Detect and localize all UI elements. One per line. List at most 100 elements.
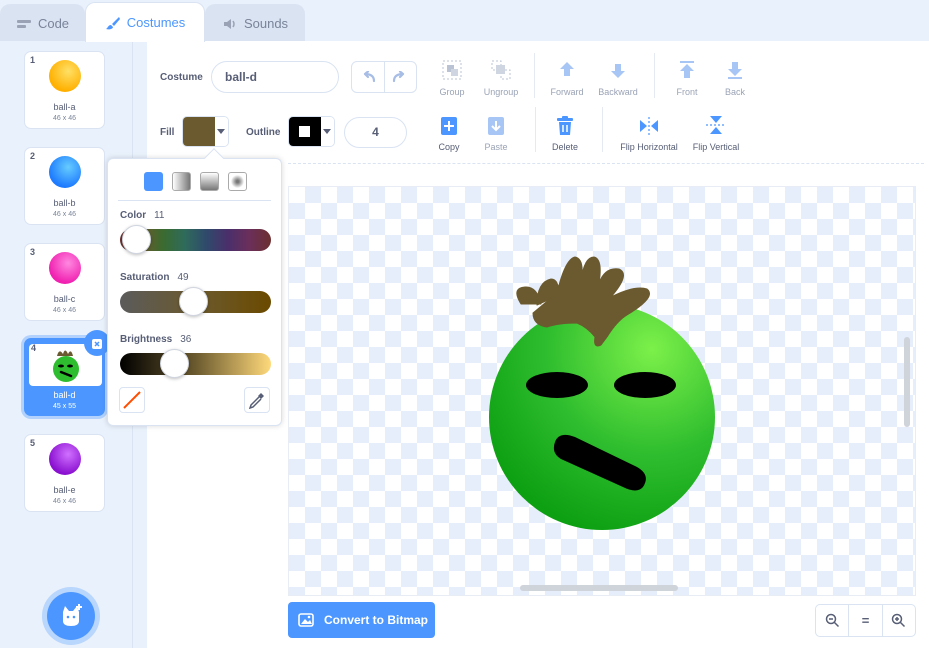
costume-label: Costume (160, 72, 203, 83)
backward-label: Backward (598, 87, 638, 97)
costume-number: 3 (30, 247, 36, 257)
flip-vertical-label: Flip Vertical (692, 142, 740, 152)
back-icon (728, 62, 742, 79)
zoom-in-button[interactable] (883, 605, 915, 636)
redo-button[interactable] (385, 62, 417, 92)
costume-thumbnail (48, 60, 81, 92)
chevron-down-icon (217, 129, 226, 134)
costume-thumbnail (48, 156, 81, 188)
ball-d-drawing (489, 256, 715, 530)
undo-icon (363, 71, 375, 83)
eyedropper-button[interactable] (244, 387, 270, 413)
costume-name: ball-e (53, 485, 76, 495)
divider (602, 107, 603, 152)
tab-code[interactable]: Code (0, 4, 85, 42)
horizontal-gradient-button[interactable] (172, 172, 191, 191)
copy-icon (441, 117, 457, 135)
cat-icon (63, 604, 82, 626)
zoom-out-icon (825, 613, 839, 628)
tab-sounds-label: Sounds (243, 16, 289, 31)
saturation-slider-label: Saturation 49 (120, 272, 189, 283)
fill-color-popover: Color 11 Saturation 49 Brightness 36 (107, 158, 282, 426)
convert-to-bitmap-label: Convert to Bitmap (324, 613, 429, 627)
fill-swatch (183, 117, 215, 146)
costume-name: ball-a (53, 102, 76, 112)
tab-costumes-label: Costumes (126, 15, 186, 30)
costume-size: 45 x 55 (53, 403, 76, 410)
solid-fill-button[interactable] (144, 172, 163, 191)
redo-icon (393, 71, 405, 83)
left-eye (526, 372, 588, 398)
code-icon (16, 19, 31, 28)
editor-tabs: Code Costumes Sounds (0, 0, 929, 42)
delete-label: Delete (551, 142, 578, 152)
zoom-out-button[interactable] (816, 605, 850, 636)
costume-name-input[interactable]: ball-d (211, 61, 339, 93)
costume-size: 46 x 46 (53, 307, 76, 314)
back-button[interactable]: Back (703, 59, 767, 97)
brightness-value: 36 (180, 334, 192, 345)
backward-icon (611, 64, 625, 78)
toolbar-divider (288, 163, 924, 164)
outline-swatch (289, 117, 321, 146)
back-label: Back (724, 87, 745, 97)
eyedropper-icon (248, 393, 264, 409)
flip-vertical-icon (706, 116, 726, 134)
paste-button[interactable]: Paste (464, 114, 528, 152)
forward-icon (560, 62, 574, 76)
paint-canvas[interactable] (288, 186, 916, 596)
undo-redo-group (351, 61, 417, 93)
fill-label: Fill (160, 127, 175, 138)
backward-button[interactable]: Backward (586, 59, 650, 97)
radial-gradient-button[interactable] (228, 172, 247, 191)
image-icon (298, 613, 314, 627)
tab-sounds[interactable]: Sounds (205, 4, 305, 42)
zoom-reset-button[interactable]: = (849, 605, 883, 636)
paste-icon (488, 117, 504, 135)
costume-tile[interactable]: 1 ball-a 46 x 46 (24, 51, 105, 129)
saturation-value: 49 (177, 272, 189, 283)
costume-tile[interactable]: 3 ball-c 46 x 46 (24, 243, 105, 321)
costume-tile[interactable]: 2 ball-b 46 x 46 (24, 147, 105, 225)
costume-name: ball-b (53, 198, 76, 208)
close-icon (92, 339, 102, 349)
costume-number: 4 (31, 343, 37, 353)
costume-size: 46 x 46 (53, 211, 76, 218)
vertical-gradient-button[interactable] (200, 172, 219, 191)
brightness-slider[interactable] (120, 353, 271, 375)
no-fill-icon (123, 391, 141, 409)
speaker-icon (223, 18, 235, 29)
horizontal-scrollbar[interactable] (520, 585, 678, 591)
tab-code-label: Code (37, 16, 70, 31)
color-slider-thumb[interactable] (122, 225, 152, 254)
convert-to-bitmap-button[interactable]: Convert to Bitmap (288, 602, 435, 638)
costume-number: 5 (30, 438, 36, 448)
paste-label: Paste (484, 142, 508, 152)
costume-tile[interactable]: 5 ball-e 46 x 46 (24, 434, 105, 512)
outline-label: Outline (246, 127, 281, 138)
paintbrush-icon (105, 16, 120, 29)
zoom-in-icon (892, 613, 906, 628)
color-slider-label: Color 11 (120, 210, 165, 221)
add-costume-button[interactable] (47, 592, 95, 640)
vertical-scrollbar[interactable] (904, 337, 910, 427)
costume-size: 46 x 46 (53, 115, 76, 122)
undo-button[interactable] (352, 62, 385, 92)
brightness-slider-thumb[interactable] (159, 349, 189, 378)
flip-horizontal-button[interactable]: Flip Horizontal (616, 114, 682, 152)
ungroup-button[interactable]: Ungroup (469, 59, 533, 97)
front-icon (680, 61, 694, 78)
costume-number: 2 (30, 151, 36, 161)
color-value: 11 (154, 210, 165, 221)
fill-color-button[interactable] (182, 116, 229, 147)
tab-costumes[interactable]: Costumes (85, 2, 205, 42)
flip-vertical-button[interactable]: Flip Vertical (683, 114, 749, 152)
brightness-slider-label: Brightness 36 (120, 334, 192, 345)
outline-width-input[interactable]: 4 (344, 117, 407, 148)
outline-color-button[interactable] (288, 116, 335, 147)
costume-number: 1 (30, 55, 36, 65)
no-fill-button[interactable] (119, 387, 145, 413)
delete-button[interactable]: Delete (533, 114, 597, 152)
costume-thumbnail (48, 252, 81, 284)
trash-icon (557, 116, 573, 135)
